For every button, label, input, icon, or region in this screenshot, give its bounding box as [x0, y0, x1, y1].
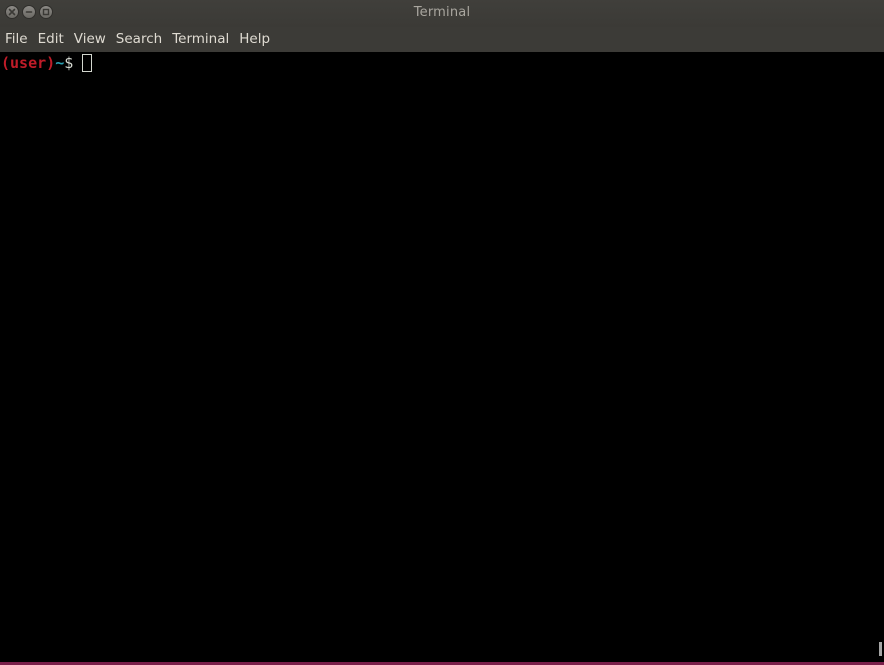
- terminal-window: Terminal File Edit View Search Terminal …: [0, 0, 884, 665]
- terminal-area[interactable]: (user) ~ $: [0, 52, 884, 662]
- title-bar[interactable]: Terminal: [0, 0, 884, 27]
- menu-search[interactable]: Search: [111, 27, 167, 52]
- prompt-line: (user) ~ $: [1, 54, 93, 72]
- window-title: Terminal: [413, 5, 471, 20]
- menu-edit[interactable]: Edit: [33, 27, 69, 52]
- scrollbar-thumb[interactable]: [879, 642, 882, 656]
- menu-bar: File Edit View Search Terminal Help: [0, 27, 884, 52]
- prompt-user: (user): [1, 54, 56, 72]
- prompt-symbol: $: [64, 54, 74, 72]
- menu-help[interactable]: Help: [234, 27, 275, 52]
- prompt-path: ~: [55, 54, 65, 72]
- menu-terminal[interactable]: Terminal: [167, 27, 234, 52]
- menu-file[interactable]: File: [0, 27, 33, 52]
- text-cursor: [82, 54, 93, 72]
- menu-view[interactable]: View: [69, 27, 111, 52]
